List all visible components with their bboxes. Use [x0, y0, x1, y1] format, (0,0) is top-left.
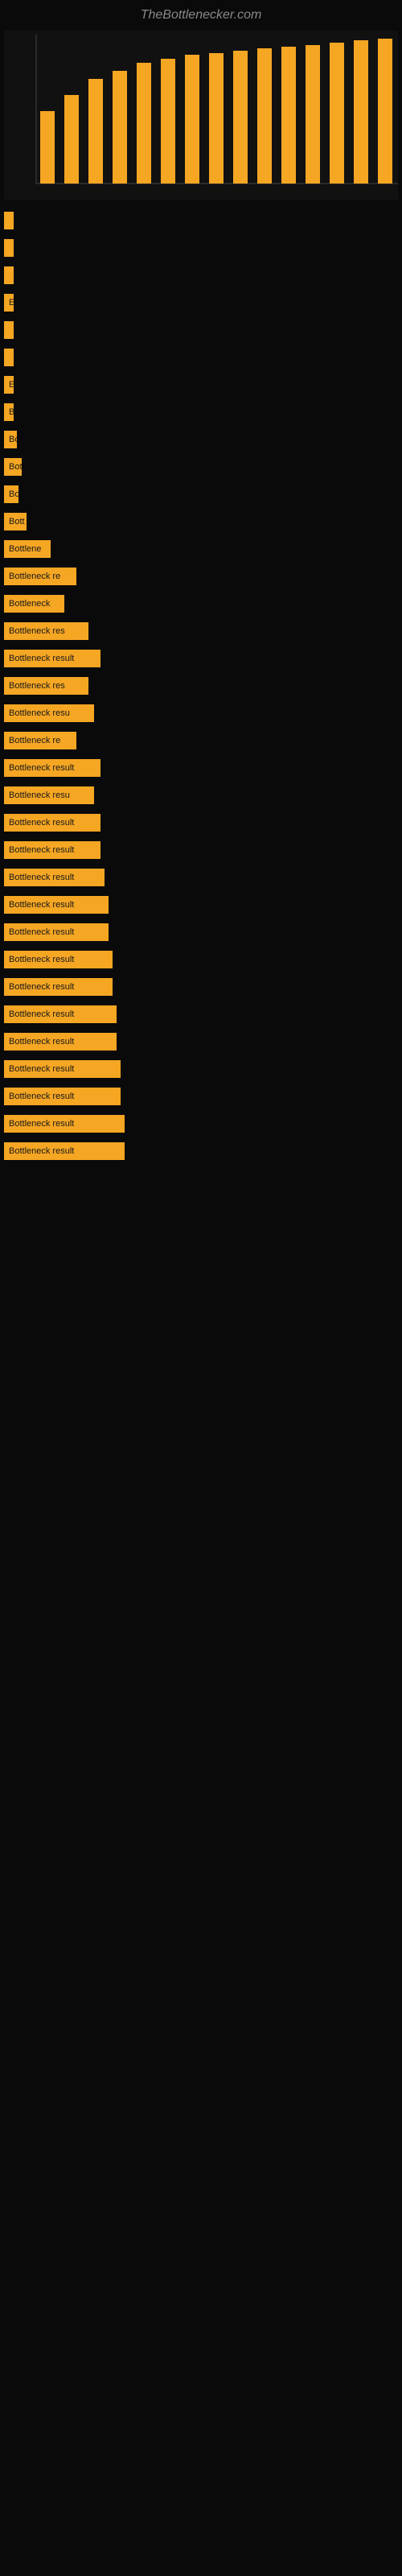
list-item: Bottleneck result [4, 759, 398, 777]
item-bar: E [4, 294, 14, 312]
item-bar: Bottleneck result [4, 1005, 117, 1023]
site-title: TheBottlenecker.com [0, 0, 402, 27]
item-bar: Bottleneck result [4, 841, 100, 859]
item-bar: Bottleneck result [4, 951, 113, 968]
item-bar [4, 212, 14, 229]
list-item: Bottleneck resu [4, 786, 398, 804]
item-bar [4, 321, 14, 339]
item-bar: Bottleneck resu [4, 786, 94, 804]
item-bar: B [4, 403, 14, 421]
item-bar: Bottleneck result [4, 1115, 125, 1133]
item-bar: Bo [4, 431, 17, 448]
item-bar: Bottleneck [4, 595, 64, 613]
chart-area [0, 27, 402, 204]
list-item: Bottleneck res [4, 622, 398, 640]
item-bar: Bott [4, 513, 27, 530]
item-bar: Bottleneck result [4, 896, 109, 914]
item-bar: Bottleneck result [4, 814, 100, 832]
item-bar: Bottleneck result [4, 923, 109, 941]
list-item: Bottleneck res [4, 677, 398, 695]
list-item [4, 212, 398, 229]
item-bar: Bot [4, 458, 22, 476]
list-item: E [4, 376, 398, 394]
list-item: Bottleneck result [4, 1033, 398, 1051]
list-item: Bottleneck result [4, 1060, 398, 1078]
list-item: Bottleneck result [4, 896, 398, 914]
list-item: Bottleneck result [4, 923, 398, 941]
list-item: Bottleneck result [4, 951, 398, 968]
item-bar: Bottleneck result [4, 978, 113, 996]
item-bar: Bottleneck re [4, 568, 76, 585]
list-item: Bottleneck result [4, 841, 398, 859]
list-item [4, 349, 398, 366]
item-bar [4, 266, 14, 284]
item-bar: Bottleneck result [4, 759, 100, 777]
list-item: B [4, 403, 398, 421]
item-bar: Bottleneck result [4, 1033, 117, 1051]
list-item: Bottleneck result [4, 1005, 398, 1023]
item-bar: Bottleneck res [4, 622, 88, 640]
list-item: Bottleneck result [4, 978, 398, 996]
list-item [4, 321, 398, 339]
list-item: Bot [4, 458, 398, 476]
item-bar [4, 349, 14, 366]
list-item: Bottleneck resu [4, 704, 398, 722]
item-bar: Bottlene [4, 540, 51, 558]
item-bar: Bottleneck res [4, 677, 88, 695]
item-bar: Bottleneck result [4, 869, 105, 886]
item-bar: Bottleneck result [4, 650, 100, 667]
list-item: Bottleneck result [4, 814, 398, 832]
list-item: E [4, 294, 398, 312]
item-bar: E [4, 376, 14, 394]
list-item: Bott [4, 513, 398, 530]
list-item: Bottleneck [4, 595, 398, 613]
list-item: Bottleneck re [4, 568, 398, 585]
items-list: E E B Bo Bot Bo Bott [0, 212, 402, 1160]
list-item [4, 266, 398, 284]
item-bar: Bottleneck resu [4, 704, 94, 722]
list-item: Bottleneck result [4, 1115, 398, 1133]
list-item: Bo [4, 485, 398, 503]
list-item: Bottleneck result [4, 869, 398, 886]
item-bar: Bottleneck result [4, 1142, 125, 1160]
item-bar: Bo [4, 485, 18, 503]
list-item: Bottlene [4, 540, 398, 558]
list-item [4, 239, 398, 257]
item-bar: Bottleneck result [4, 1060, 121, 1078]
item-bar: Bottleneck result [4, 1088, 121, 1105]
list-item: Bottleneck result [4, 650, 398, 667]
list-item: Bottleneck re [4, 732, 398, 749]
list-item: Bo [4, 431, 398, 448]
item-bar: Bottleneck re [4, 732, 76, 749]
page-container: TheBottlenecker.com [0, 0, 402, 1160]
list-item: Bottleneck result [4, 1142, 398, 1160]
item-bar [4, 239, 14, 257]
list-item: Bottleneck result [4, 1088, 398, 1105]
